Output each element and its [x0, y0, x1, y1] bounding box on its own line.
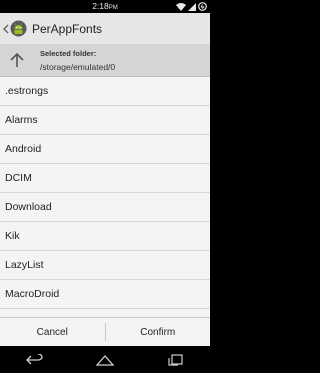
folder-item-label: Kik — [5, 230, 20, 242]
folder-list[interactable]: .estrongs Alarms Android DCIM Download K… — [0, 77, 210, 317]
battery-icon — [198, 2, 207, 13]
selected-folder-bar: Selected folder: /storage/emulated/0 — [0, 44, 210, 77]
folder-item-kik[interactable]: Kik — [0, 222, 210, 251]
action-bar: PerAppFonts — [0, 13, 210, 44]
folder-item-label: MacroDroid — [5, 288, 60, 300]
status-time-value: 2:18 — [92, 1, 109, 11]
dialog-button-bar: Cancel Confirm — [0, 317, 210, 346]
folder-item-label: Android — [5, 143, 42, 155]
folder-item-lazylist[interactable]: LazyList — [0, 251, 210, 280]
folder-item-android[interactable]: Android — [0, 135, 210, 164]
folder-item-dcim[interactable]: DCIM — [0, 164, 210, 193]
cancel-button[interactable]: Cancel — [0, 318, 105, 346]
arrow-up-icon[interactable] — [6, 49, 28, 71]
folder-item-macrodroid[interactable]: MacroDroid — [0, 280, 210, 309]
folder-item-alarms[interactable]: Alarms — [0, 106, 210, 135]
folder-item-label: Download — [5, 201, 52, 213]
folder-item-label: DCIM — [5, 172, 32, 184]
status-bar: 2:18PM — [0, 0, 210, 13]
folder-item-estrongs[interactable]: .estrongs — [0, 77, 210, 106]
selected-folder-path: /storage/emulated/0 — [40, 62, 116, 72]
folder-item-label: .estrongs — [5, 85, 49, 97]
home-icon[interactable] — [90, 350, 120, 370]
chevron-left-icon[interactable] — [1, 21, 10, 37]
back-icon[interactable] — [20, 350, 50, 370]
folder-item-label: Alarms — [5, 114, 38, 126]
folder-item-download[interactable]: Download — [0, 193, 210, 222]
android-app-icon[interactable] — [10, 20, 27, 37]
app-title: PerAppFonts — [32, 21, 103, 36]
wifi-icon — [176, 2, 186, 13]
confirm-button[interactable]: Confirm — [106, 318, 211, 346]
status-icons — [176, 2, 207, 13]
signal-icon — [188, 2, 196, 13]
recents-icon[interactable] — [160, 350, 190, 370]
navigation-bar — [0, 346, 210, 373]
selected-folder-label: Selected folder: — [40, 49, 97, 58]
folder-item-label: LazyList — [5, 259, 44, 271]
status-time-ampm: PM — [108, 5, 118, 11]
